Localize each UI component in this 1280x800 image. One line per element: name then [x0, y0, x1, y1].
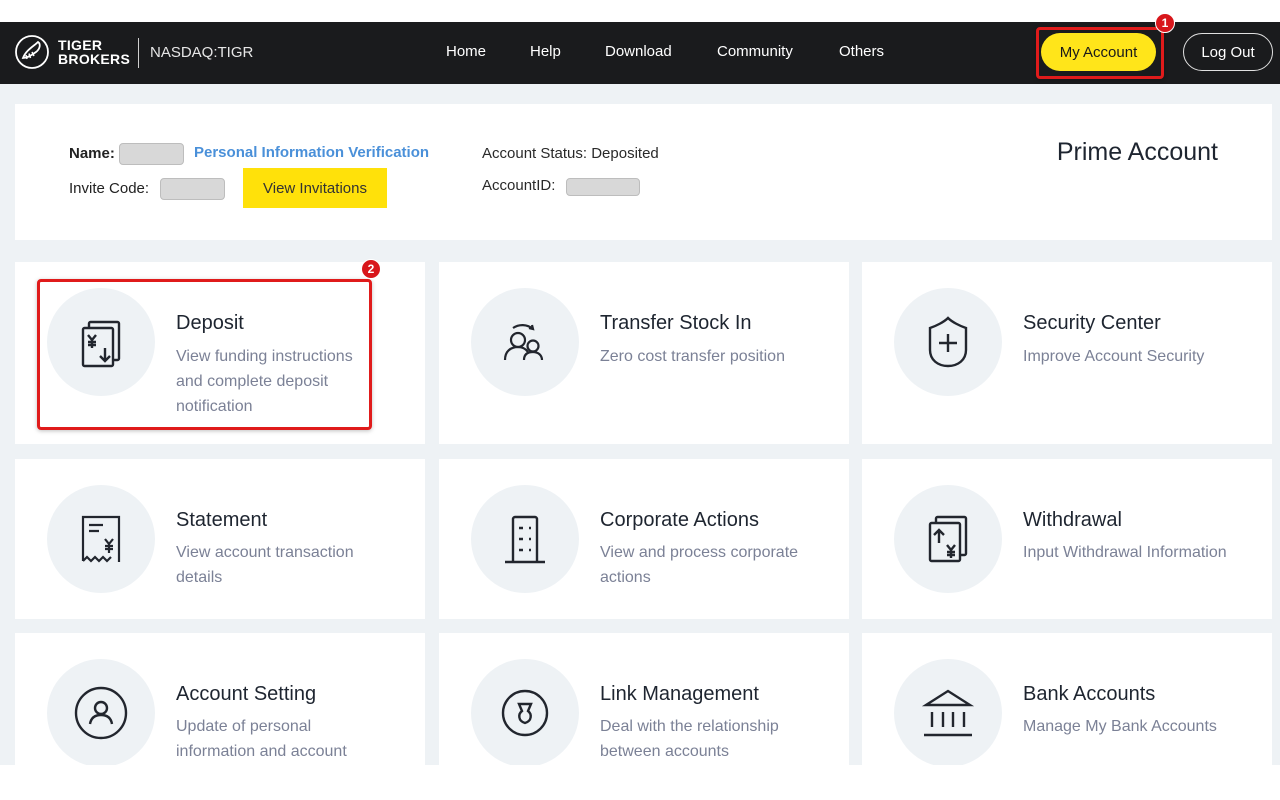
tile-description: Zero cost transfer position — [600, 348, 785, 365]
invite-code-value-masked — [160, 178, 225, 200]
bank-icon — [921, 689, 975, 737]
tile-bank-accounts[interactable]: Bank Accounts Manage My Bank Accounts — [862, 633, 1272, 765]
personal-information-verification-link[interactable]: Personal Information Verification — [194, 144, 429, 161]
deposit-icon — [81, 320, 121, 368]
account-status: Account Status: Deposited — [482, 145, 659, 162]
tile-description: View funding instructions and complete d… — [176, 348, 353, 415]
tile-title: Deposit — [176, 312, 244, 334]
tile-security-center[interactable]: Security Center Improve Account Security — [862, 262, 1272, 444]
log-out-button[interactable]: Log Out — [1183, 33, 1273, 71]
brand-logo[interactable]: TIGER BROKERS — [14, 34, 130, 70]
tile-statement[interactable]: Statement View account transaction detai… — [15, 459, 425, 619]
name-label: Name: — [69, 145, 115, 162]
logo-divider — [138, 38, 139, 68]
account-setting-icon-wrap — [47, 659, 155, 765]
my-account-button[interactable]: My Account — [1041, 33, 1156, 71]
tile-description: Improve Account Security — [1023, 348, 1205, 365]
bank-icon-wrap — [894, 659, 1002, 765]
account-type-title: Prime Account — [1056, 138, 1218, 166]
deposit-icon-wrap — [47, 288, 155, 396]
transfer-users-icon — [503, 324, 544, 361]
brand-name: TIGER BROKERS — [58, 38, 130, 66]
tile-title: Withdrawal — [1023, 509, 1122, 531]
tile-title: Link Management — [600, 683, 759, 705]
tile-title: Transfer Stock In — [600, 312, 752, 334]
tile-transfer-stock-in[interactable]: Transfer Stock In Zero cost transfer pos… — [439, 262, 849, 444]
tile-title: Statement — [176, 509, 268, 531]
corporate-icon-wrap — [471, 485, 579, 593]
withdrawal-icon — [928, 515, 968, 563]
tile-account-setting[interactable]: Account Setting Update of personal infor… — [15, 633, 425, 765]
link-icon-wrap — [471, 659, 579, 765]
tile-title: Bank Accounts — [1023, 683, 1156, 705]
account-id-label: AccountID: — [482, 177, 556, 194]
building-icon — [505, 515, 545, 564]
account-info-card: Name: Personal Information Verification … — [15, 104, 1272, 240]
tiger-logo-icon — [15, 35, 49, 69]
brand-line-2: BROKERS — [58, 51, 131, 67]
tile-link-management[interactable]: Link Management Deal with the relationsh… — [439, 633, 849, 765]
nav-others[interactable]: Others — [839, 43, 884, 60]
account-id-value-masked — [566, 178, 640, 196]
tile-title: Account Setting — [176, 683, 317, 705]
tile-description: Manage My Bank Accounts — [1023, 718, 1217, 735]
tile-description: View account transaction details — [176, 544, 354, 586]
tile-withdrawal[interactable]: Withdrawal Input Withdrawal Information — [862, 459, 1272, 619]
invite-code-label: Invite Code: — [69, 180, 150, 197]
nav-help[interactable]: Help — [530, 43, 561, 60]
annotation-badge-2: 2 — [361, 259, 381, 279]
view-invitations-button[interactable]: View Invitations — [243, 168, 387, 208]
brand-line-1: TIGER — [58, 37, 103, 53]
tile-description: Update of personal information and accou… — [176, 718, 347, 760]
nav-download[interactable]: Download — [605, 43, 672, 60]
nav-home[interactable]: Home — [446, 43, 486, 60]
tile-title: Security Center — [1023, 312, 1161, 334]
tile-description: Deal with the relationship between accou… — [600, 718, 779, 760]
security-icon-wrap — [894, 288, 1002, 396]
shield-plus-icon — [928, 316, 968, 368]
name-value-masked — [119, 143, 184, 165]
tile-deposit[interactable]: Deposit View funding instructions and co… — [15, 262, 425, 444]
withdrawal-icon-wrap — [894, 485, 1002, 593]
link-icon — [501, 689, 549, 737]
tile-title: Corporate Actions — [600, 509, 759, 531]
transfer-icon-wrap — [471, 288, 579, 396]
top-navigation-bar: TIGER BROKERS NASDAQ:TIGR Home Help Down… — [0, 22, 1280, 84]
tile-corporate-actions[interactable]: Corporate Actions View and process corpo… — [439, 459, 849, 619]
statement-icon-wrap — [47, 485, 155, 593]
tile-description: Input Withdrawal Information — [1023, 544, 1227, 561]
user-circle-icon — [74, 686, 128, 740]
nav-community[interactable]: Community — [717, 43, 793, 60]
annotation-badge-1: 1 — [1155, 13, 1175, 33]
ticker-symbol: NASDAQ:TIGR — [150, 44, 254, 61]
receipt-icon — [81, 515, 121, 563]
tile-description: View and process corporate actions — [600, 544, 799, 586]
